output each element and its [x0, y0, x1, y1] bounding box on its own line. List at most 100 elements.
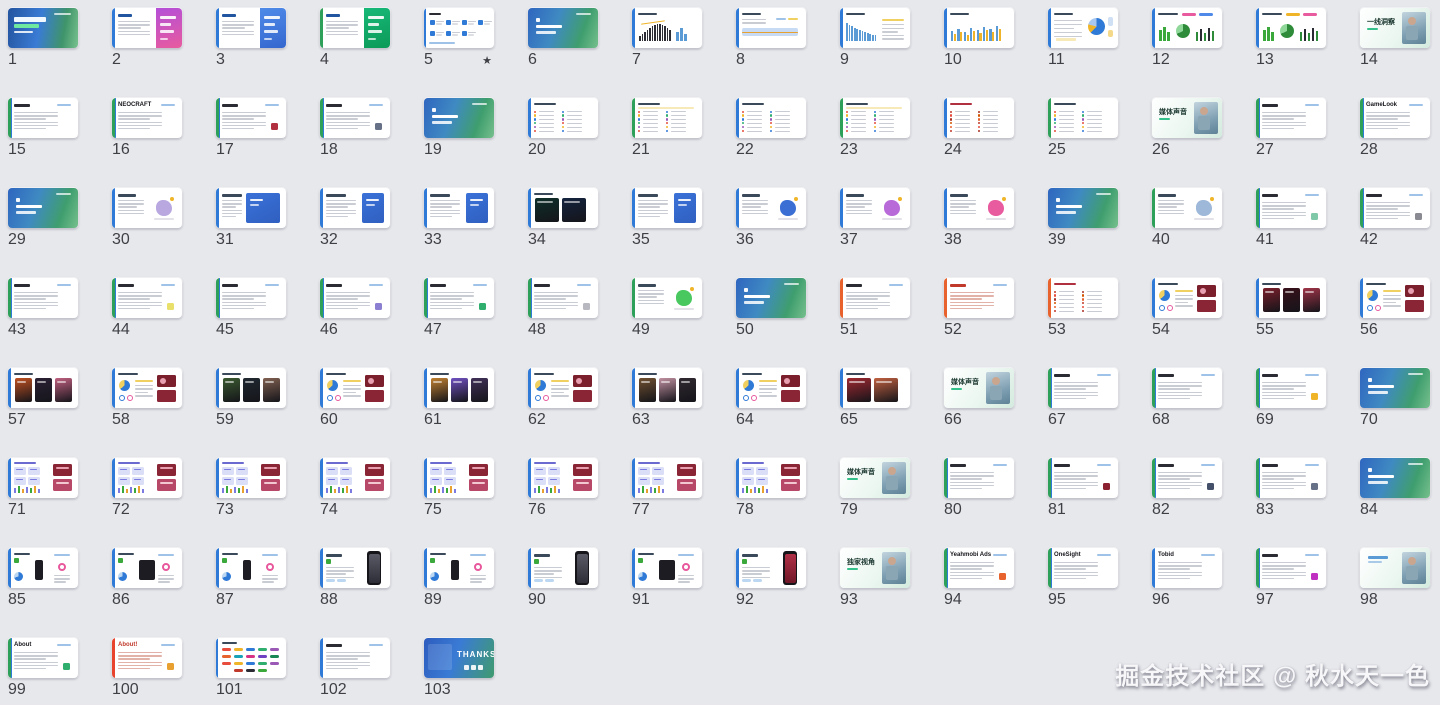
slide-thumbnail[interactable]	[1256, 188, 1326, 228]
slide-thumbnail[interactable]	[424, 8, 494, 48]
slide-thumbnail[interactable]	[424, 368, 494, 408]
slide-thumbnail[interactable]	[320, 98, 390, 138]
slide-thumbnail[interactable]	[528, 548, 598, 588]
slide-thumbnail[interactable]	[736, 278, 806, 318]
slide-thumbnail[interactable]	[216, 98, 286, 138]
slide-thumbnail[interactable]: THANKS	[424, 638, 494, 678]
slide-thumbnail[interactable]	[528, 98, 598, 138]
slide-thumbnail[interactable]	[320, 548, 390, 588]
slide-thumbnail[interactable]	[528, 278, 598, 318]
slide-thumbnail[interactable]: NEOCRAFT	[112, 98, 182, 138]
slide-thumbnail[interactable]	[840, 98, 910, 138]
slide-thumbnail[interactable]: GameLook	[1360, 98, 1430, 138]
slide-thumbnail[interactable]	[736, 8, 806, 48]
slide-thumbnail[interactable]	[424, 98, 494, 138]
slide-thumbnail[interactable]: 独家视角	[840, 548, 910, 588]
slide-thumbnail[interactable]	[320, 278, 390, 318]
slide-thumbnail[interactable]	[1256, 458, 1326, 498]
slide-thumbnail[interactable]	[528, 458, 598, 498]
slide-thumbnail[interactable]	[944, 98, 1014, 138]
slide-thumbnail[interactable]	[216, 188, 286, 228]
slide-thumbnail[interactable]	[424, 458, 494, 498]
slide-thumbnail[interactable]	[528, 368, 598, 408]
slide-thumbnail[interactable]	[424, 278, 494, 318]
slide-thumbnail[interactable]: About!	[112, 638, 182, 678]
slide-thumbnail[interactable]	[632, 278, 702, 318]
slide-thumbnail[interactable]	[216, 458, 286, 498]
slide-thumbnail[interactable]	[736, 368, 806, 408]
slide-thumbnail[interactable]	[736, 458, 806, 498]
slide-thumbnail[interactable]	[216, 638, 286, 678]
slide-thumbnail[interactable]	[112, 278, 182, 318]
slide-thumbnail[interactable]	[8, 548, 78, 588]
slide-thumbnail[interactable]	[632, 188, 702, 228]
slide-thumbnail[interactable]	[1048, 188, 1118, 228]
slide-thumbnail[interactable]	[632, 8, 702, 48]
slide-thumbnail[interactable]	[840, 368, 910, 408]
slide-thumbnail[interactable]	[320, 8, 390, 48]
slide-thumbnail[interactable]	[320, 638, 390, 678]
slide-thumbnail[interactable]	[8, 458, 78, 498]
slide-thumbnail[interactable]	[840, 188, 910, 228]
slide-thumbnail[interactable]: About	[8, 638, 78, 678]
slide-thumbnail[interactable]	[112, 8, 182, 48]
slide-thumbnail[interactable]	[1048, 458, 1118, 498]
slide-thumbnail[interactable]	[528, 8, 598, 48]
slide-thumbnail[interactable]	[632, 98, 702, 138]
slide-thumbnail[interactable]: Tobid	[1152, 548, 1222, 588]
slide-thumbnail[interactable]	[632, 548, 702, 588]
slide-thumbnail[interactable]	[112, 548, 182, 588]
slide-thumbnail[interactable]	[424, 188, 494, 228]
slide-thumbnail[interactable]	[8, 188, 78, 228]
slide-thumbnail[interactable]	[1360, 548, 1430, 588]
slide-thumbnail[interactable]	[1256, 548, 1326, 588]
slide-thumbnail[interactable]: Yeahmobi Ads	[944, 548, 1014, 588]
slide-thumbnail[interactable]	[1152, 278, 1222, 318]
slide-thumbnail[interactable]	[840, 278, 910, 318]
slide-thumbnail[interactable]	[1048, 278, 1118, 318]
slide-thumbnail[interactable]	[216, 548, 286, 588]
slide-thumbnail[interactable]	[944, 278, 1014, 318]
slide-thumbnail[interactable]	[1360, 458, 1430, 498]
slide-thumbnail[interactable]	[840, 8, 910, 48]
slide-thumbnail[interactable]	[320, 368, 390, 408]
slide-thumbnail[interactable]	[736, 98, 806, 138]
slide-thumbnail[interactable]: 媒体声音	[944, 368, 1014, 408]
slide-thumbnail[interactable]	[1048, 368, 1118, 408]
slide-thumbnail[interactable]	[8, 278, 78, 318]
slide-thumbnail[interactable]	[944, 188, 1014, 228]
slide-thumbnail[interactable]: OneSight	[1048, 548, 1118, 588]
slide-thumbnail[interactable]	[1256, 368, 1326, 408]
slide-thumbnail[interactable]	[112, 458, 182, 498]
slide-thumbnail[interactable]	[112, 188, 182, 228]
slide-thumbnail[interactable]	[1360, 188, 1430, 228]
slide-thumbnail[interactable]	[320, 458, 390, 498]
slide-thumbnail[interactable]	[632, 368, 702, 408]
slide-thumbnail[interactable]	[1360, 368, 1430, 408]
slide-thumbnail[interactable]	[1048, 8, 1118, 48]
slide-thumbnail[interactable]	[944, 8, 1014, 48]
slide-thumbnail[interactable]	[8, 98, 78, 138]
slide-thumbnail[interactable]	[8, 368, 78, 408]
slide-thumbnail[interactable]	[736, 188, 806, 228]
slide-thumbnail[interactable]	[320, 188, 390, 228]
slide-thumbnail[interactable]	[1152, 188, 1222, 228]
slide-thumbnail[interactable]	[632, 458, 702, 498]
slide-thumbnail[interactable]	[1152, 8, 1222, 48]
slide-thumbnail[interactable]	[528, 188, 598, 228]
slide-thumbnail[interactable]	[216, 368, 286, 408]
slide-thumbnail[interactable]	[1256, 8, 1326, 48]
slide-thumbnail[interactable]	[944, 458, 1014, 498]
slide-thumbnail[interactable]	[216, 278, 286, 318]
slide-thumbnail[interactable]	[1048, 98, 1118, 138]
slide-thumbnail[interactable]	[1152, 368, 1222, 408]
slide-thumbnail[interactable]	[112, 368, 182, 408]
slide-thumbnail[interactable]	[1152, 458, 1222, 498]
slide-thumbnail[interactable]: 媒体声音	[840, 458, 910, 498]
slide-thumbnail[interactable]	[216, 8, 286, 48]
slide-thumbnail[interactable]	[1360, 278, 1430, 318]
slide-thumbnail[interactable]	[736, 548, 806, 588]
slide-thumbnail[interactable]	[1256, 278, 1326, 318]
slide-thumbnail[interactable]: 媒体声音	[1152, 98, 1222, 138]
slide-thumbnail[interactable]	[1256, 98, 1326, 138]
